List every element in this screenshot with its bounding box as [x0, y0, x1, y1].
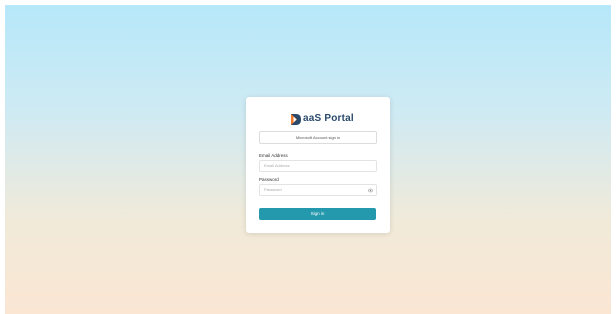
email-field[interactable]: Email Address	[259, 160, 377, 172]
password-placeholder: Password	[264, 187, 282, 192]
brand-name: aaS Portal	[303, 113, 354, 124]
password-label: Password	[259, 177, 279, 182]
sign-in-button[interactable]: Sign in	[259, 208, 376, 220]
brand-logo: aaS Portal	[290, 112, 354, 126]
eye-icon[interactable]	[368, 188, 373, 193]
daas-logo-icon	[291, 113, 301, 125]
email-placeholder: Email Address	[264, 163, 290, 168]
page-background: aaS Portal Microsoft Account sign in Ema…	[5, 5, 611, 314]
login-card: aaS Portal Microsoft Account sign in Ema…	[246, 97, 390, 233]
email-label: Email Address	[259, 153, 288, 158]
password-field[interactable]: Password	[259, 184, 377, 196]
microsoft-sign-in-button[interactable]: Microsoft Account sign in	[259, 131, 377, 144]
